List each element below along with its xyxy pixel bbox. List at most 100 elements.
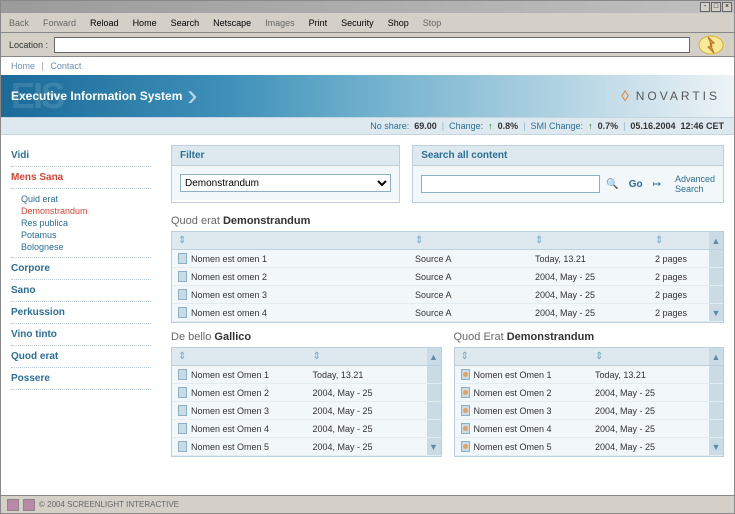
go-button[interactable]: Go (625, 179, 647, 190)
novartis-logo: ◊ NOVARTIS (621, 88, 720, 105)
table-row[interactable]: Nomen est Omen 4 2004, May - 25 (455, 420, 724, 438)
status-bar: © 2004 SCREENLIGHT INTERACTIVE (1, 495, 734, 513)
scroll-up-button[interactable]: ▲ (709, 348, 723, 365)
location-bar: Location : (1, 33, 734, 57)
sort-icon[interactable]: ⇕ (595, 351, 603, 362)
table-row[interactable]: Nomen est Omen 5 2004, May - 25 ▼ (172, 438, 441, 456)
row-name: Nomen est Omen 3 (191, 406, 269, 416)
sidebar-item-sano[interactable]: Sano (11, 280, 151, 302)
scroll-down-button[interactable] (427, 402, 441, 419)
table-row[interactable]: Nomen est Omen 2 2004, May - 25 (172, 384, 441, 402)
scroll-down-button[interactable]: ▼ (709, 304, 723, 321)
row-name: Nomen est Omen 2 (474, 388, 552, 398)
row-source: Source A (409, 286, 529, 303)
back-button[interactable]: Back (9, 18, 29, 28)
scroll-up-button[interactable]: ▲ (709, 232, 723, 249)
sidebar-sub-bolognese[interactable]: Bolognese (21, 241, 151, 253)
sidebar-item-possere[interactable]: Possere (11, 368, 151, 390)
table-row[interactable]: Nomen est Omen 4 2004, May - 25 (172, 420, 441, 438)
bolt-icon (696, 30, 726, 60)
ticker-date: 05.16.2004 (630, 121, 675, 131)
scroll-down-button[interactable]: ▼ (427, 438, 441, 455)
search-input[interactable] (421, 175, 600, 193)
scroll-down-button[interactable] (709, 250, 723, 267)
row-source: Source A (409, 304, 529, 321)
window-titlebar: - □ × (1, 1, 734, 13)
search-panel: Search all content 🔍 Go ↦ Advanced Searc… (412, 145, 724, 203)
reload-button[interactable]: Reload (90, 18, 119, 28)
row-pages: 2 pages (649, 286, 709, 303)
sidebar-sub-quid-erat[interactable]: Quid erat (21, 193, 151, 205)
sidebar-sub-potamus[interactable]: Potamus (21, 229, 151, 241)
sidebar-item-perkussion[interactable]: Perkussion (11, 302, 151, 324)
sidebar-item-vidi[interactable]: Vidi (11, 145, 151, 167)
sidebar-item-quod-erat[interactable]: Quod erat (11, 346, 151, 368)
search-button[interactable]: Search (171, 18, 200, 28)
scroll-down-button[interactable] (709, 384, 723, 401)
sidebar-item-vino-tinto[interactable]: Vino tinto (11, 324, 151, 346)
table-row[interactable]: Nomen est omen 3 Source A 2004, May - 25… (172, 286, 723, 304)
table-row[interactable]: Nomen est omen 4 Source A 2004, May - 25… (172, 304, 723, 322)
minimize-button[interactable]: - (700, 2, 710, 12)
content-viewport[interactable]: Home | Contact EIS Executive Information… (1, 57, 734, 495)
location-input[interactable] (54, 37, 690, 53)
scroll-down-button[interactable] (427, 420, 441, 437)
scroll-down-button[interactable]: ▼ (709, 438, 723, 455)
print-button[interactable]: Print (309, 18, 328, 28)
row-name: Nomen est Omen 4 (474, 424, 552, 434)
images-button[interactable]: Images (265, 18, 295, 28)
stop-button[interactable]: Stop (423, 18, 442, 28)
forward-button[interactable]: Forward (43, 18, 76, 28)
contact-link[interactable]: Contact (50, 61, 81, 71)
sort-icon[interactable]: ⇕ (655, 235, 663, 246)
table-row[interactable]: Nomen est Omen 1 Today, 13.21 (455, 366, 724, 384)
advanced-search-link[interactable]: Advanced Search (675, 174, 715, 194)
document-icon (178, 289, 187, 300)
sidebar-item-corpore[interactable]: Corpore (11, 258, 151, 280)
netscape-button[interactable]: Netscape (213, 18, 251, 28)
document-icon (461, 423, 470, 434)
sort-icon[interactable]: ⇕ (535, 235, 543, 246)
sidebar-sub-demonstrandum[interactable]: Demonstrandum (21, 205, 151, 217)
scroll-down-button[interactable] (709, 402, 723, 419)
scroll-up-button[interactable]: ▲ (427, 348, 441, 365)
sidebar-sub-res-publica[interactable]: Res publica (21, 217, 151, 229)
filter-panel: Filter Demonstrandum (171, 145, 400, 203)
table-row[interactable]: Nomen est Omen 3 2004, May - 25 (455, 402, 724, 420)
sidebar: Vidi Mens Sana Quid erat Demonstrandum R… (1, 135, 161, 467)
scroll-down-button[interactable] (427, 384, 441, 401)
home-button[interactable]: Home (133, 18, 157, 28)
status-icon (23, 499, 35, 511)
home-link[interactable]: Home (11, 61, 35, 71)
scroll-down-button[interactable] (709, 366, 723, 383)
sort-icon[interactable]: ⇕ (415, 235, 423, 246)
scroll-down-button[interactable] (709, 286, 723, 303)
table-row[interactable]: Nomen est Omen 1 Today, 13.21 (172, 366, 441, 384)
status-icon (7, 499, 19, 511)
scroll-down-button[interactable] (709, 268, 723, 285)
table-row[interactable]: Nomen est Omen 3 2004, May - 25 (172, 402, 441, 420)
table-row[interactable]: Nomen est Omen 5 2004, May - 25 ▼ (455, 438, 724, 456)
shop-button[interactable]: Shop (388, 18, 409, 28)
stock-ticker: No share: 69.00 | Change: ↑ 0.8% | SMI C… (1, 117, 734, 135)
document-icon (178, 387, 187, 398)
row-date: 2004, May - 25 (307, 438, 427, 455)
sort-icon[interactable]: ⇕ (461, 351, 469, 362)
maximize-button[interactable]: □ (711, 2, 721, 12)
row-date: 2004, May - 25 (589, 420, 709, 437)
table-row[interactable]: Nomen est omen 2 Source A 2004, May - 25… (172, 268, 723, 286)
security-button[interactable]: Security (341, 18, 374, 28)
sort-icon[interactable]: ⇕ (178, 235, 186, 246)
sort-icon[interactable]: ⇕ (313, 351, 321, 362)
filter-select[interactable]: Demonstrandum (180, 174, 391, 192)
table-row[interactable]: Nomen est omen 1 Source A Today, 13.21 2… (172, 250, 723, 268)
ticker-value-change: 0.8% (498, 121, 519, 131)
scroll-down-button[interactable] (427, 366, 441, 383)
row-date: Today, 13.21 (307, 366, 427, 383)
scroll-down-button[interactable] (709, 420, 723, 437)
table-row[interactable]: Nomen est Omen 2 2004, May - 25 (455, 384, 724, 402)
close-button[interactable]: × (722, 2, 732, 12)
sidebar-item-mens-sana[interactable]: Mens Sana (11, 167, 151, 189)
sort-icon[interactable]: ⇕ (178, 351, 186, 362)
row-date: 2004, May - 25 (307, 384, 427, 401)
